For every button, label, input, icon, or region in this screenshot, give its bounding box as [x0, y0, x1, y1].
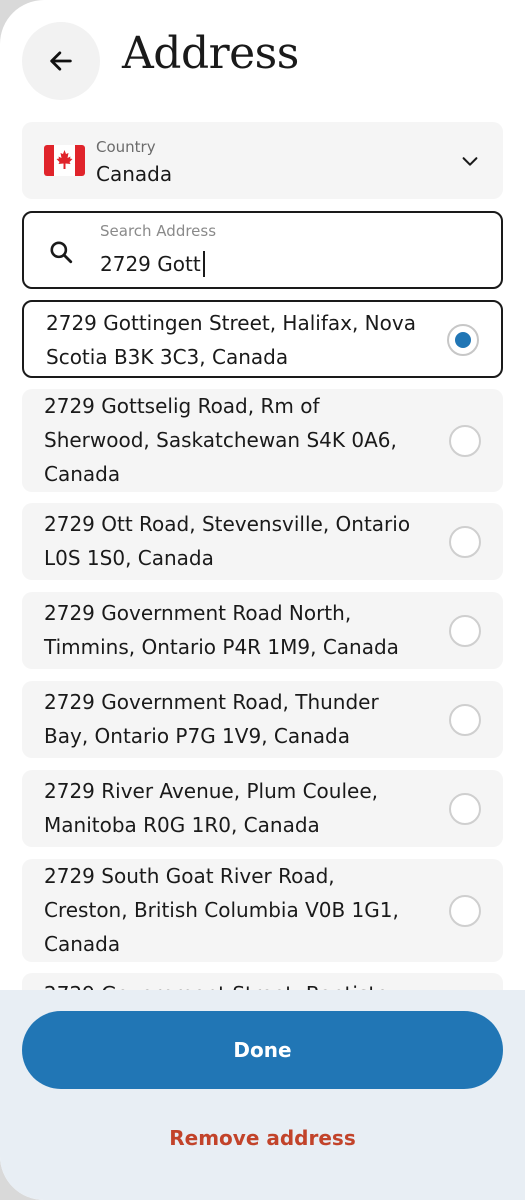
address-option[interactable]: 2729 Gottselig Road, Rm of Sherwood, Sas… [22, 389, 503, 492]
radio-unselected[interactable] [449, 895, 481, 927]
radio-unselected[interactable] [449, 793, 481, 825]
search-value[interactable]: 2729 Gott [100, 251, 205, 277]
search-icon [50, 241, 73, 264]
address-option-text: 2729 South Goat River Road, Creston, Bri… [44, 864, 399, 956]
address-option[interactable]: 2729 South Goat River Road, Creston, Bri… [22, 859, 503, 962]
search-placeholder: Search Address [100, 222, 217, 240]
address-option[interactable]: 2729 River Avenue, Plum Coulee, Manitoba… [22, 770, 503, 847]
arrow-left-icon [50, 51, 72, 71]
address-option-text: 2729 Ott Road, Stevensville, Ontario L0S… [44, 512, 411, 570]
radio-unselected[interactable] [449, 615, 481, 647]
page-title: Address [122, 28, 299, 79]
address-option-text: 2729 Gottselig Road, Rm of Sherwood, Sas… [44, 394, 397, 486]
address-option[interactable]: 2729 Gottingen Street, Halifax, Nova Sco… [22, 300, 503, 378]
done-button[interactable]: Done [22, 1011, 503, 1089]
address-option[interactable]: 2729 Government Road, Thunder Bay, Ontar… [22, 681, 503, 758]
remove-address-link[interactable]: Remove address [0, 1126, 525, 1150]
address-option[interactable]: 2729 Government Road North, Timmins, Ont… [22, 592, 503, 669]
radio-unselected[interactable] [449, 704, 481, 736]
canada-flag-icon [44, 145, 85, 176]
bottom-action-bar: Done Remove address [0, 990, 525, 1200]
radio-unselected[interactable] [449, 526, 481, 558]
header: Address [0, 0, 525, 120]
country-label: Country [96, 138, 156, 156]
text-caret [202, 251, 205, 277]
address-option-text: 2729 Gottingen Street, Halifax, Nova Sco… [46, 311, 416, 369]
address-option[interactable]: 2729 Ott Road, Stevensville, Ontario L0S… [22, 503, 503, 580]
address-option-text: 2729 Government Street, Baptiste [44, 977, 424, 990]
chevron-down-icon [462, 157, 478, 166]
back-button[interactable] [22, 22, 100, 100]
address-option[interactable]: 2729 Government Street, Baptiste [22, 973, 503, 990]
search-input[interactable]: Search Address 2729 Gott [22, 211, 503, 289]
address-option-text: 2729 River Avenue, Plum Coulee, Manitoba… [44, 779, 378, 837]
radio-unselected[interactable] [449, 425, 481, 457]
search-value-text: 2729 Gott [100, 252, 201, 276]
address-option-text: 2729 Government Road, Thunder Bay, Ontar… [44, 690, 379, 748]
country-value: Canada [96, 162, 173, 186]
address-option-text: 2729 Government Road North, Timmins, Ont… [44, 601, 399, 659]
country-select[interactable]: Country Canada [22, 122, 503, 199]
radio-selected[interactable] [447, 324, 479, 356]
address-screen: Address Country Canada Search Address 27… [0, 0, 525, 1200]
address-results-list: 2729 Gottingen Street, Halifax, Nova Sco… [22, 300, 503, 990]
